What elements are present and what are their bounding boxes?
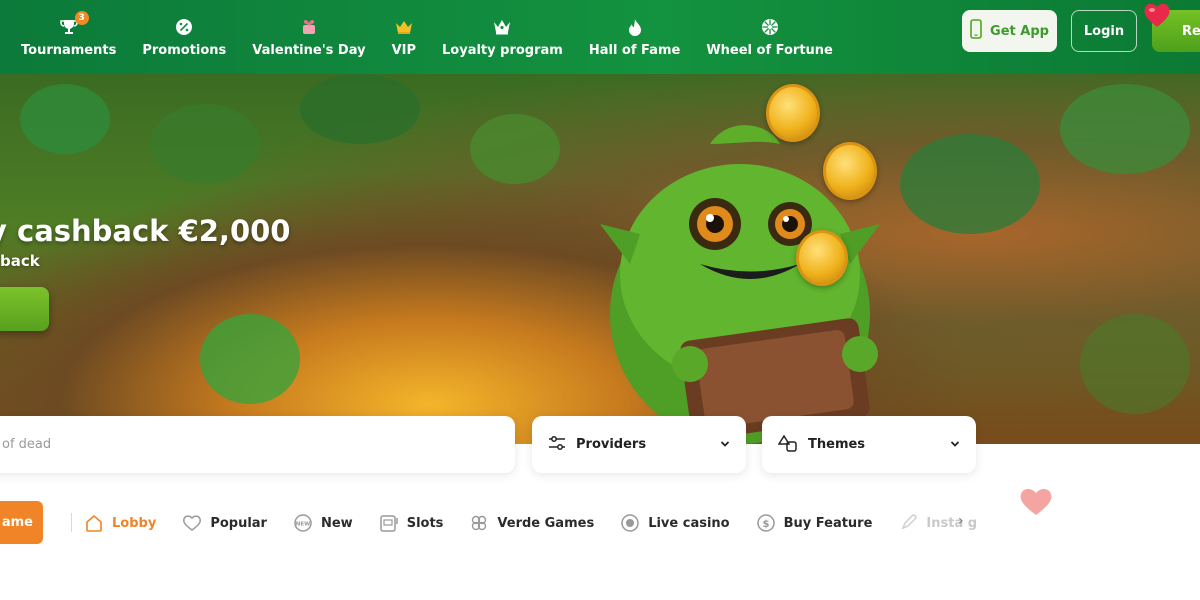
hero-title: y cashback €2,000 [0, 214, 291, 248]
leaf-decoration [900, 134, 1040, 234]
flame-icon [625, 17, 645, 37]
live-dot-icon [620, 513, 640, 533]
sliders-icon [548, 435, 566, 455]
shapes-icon [777, 434, 798, 456]
clover-icon [469, 513, 489, 533]
nav-item-wheel-of-fortune[interactable]: Wheel of Fortune [693, 0, 846, 74]
queen-crown-icon [492, 17, 512, 37]
nav-item-promotions[interactable]: Promotions [129, 0, 239, 74]
home-icon [84, 513, 104, 533]
heart-outline-icon [182, 514, 202, 532]
leaf-decoration [1080, 314, 1190, 414]
game-search-box [0, 416, 515, 473]
new-badge-icon: NEW [293, 513, 313, 533]
chevron-down-icon [950, 437, 960, 452]
phone-icon [970, 19, 982, 43]
nav-label: Hall of Fame [588, 42, 681, 58]
leaf-decoration [20, 84, 110, 154]
tab-label: Live casino [648, 515, 730, 531]
play-game-button[interactable]: ame [0, 501, 43, 544]
trophy-icon: 3 [59, 10, 89, 37]
leaf-decoration [200, 314, 300, 404]
login-button[interactable]: Login [1071, 10, 1137, 52]
themes-label: Themes [808, 437, 866, 452]
get-app-label: Get App [990, 23, 1049, 39]
scroll-right-arrow[interactable]: › [958, 513, 964, 529]
leaf-decoration [1060, 84, 1190, 174]
tab-buy-feature[interactable]: $ Buy Feature [756, 513, 873, 533]
nav-label: Promotions [142, 42, 227, 58]
get-app-button[interactable]: Get App [962, 10, 1057, 52]
tab-slots[interactable]: Slots [379, 513, 444, 533]
nav-label: Wheel of Fortune [706, 42, 833, 58]
notification-badge: 3 [74, 10, 89, 25]
hero-banner: y cashback €2,000 back [0, 74, 1200, 444]
leaf-decoration [300, 74, 420, 144]
svg-text:$: $ [762, 519, 769, 530]
providers-dropdown[interactable]: Providers [532, 416, 746, 473]
nav-label: VIP [391, 42, 417, 58]
tab-verde-games[interactable]: Verde Games [469, 513, 594, 533]
tab-popular[interactable]: Popular [182, 514, 267, 532]
nav-label: Tournaments [21, 42, 117, 58]
tab-label: Lobby [112, 515, 157, 531]
nav-label: Valentine's Day [252, 42, 366, 58]
tab-live-casino[interactable]: Live casino [620, 513, 730, 533]
leaf-decoration [470, 114, 560, 184]
nav-item-vip[interactable]: VIP [379, 0, 429, 74]
tab-lobby[interactable]: Lobby [84, 513, 156, 533]
percent-badge-icon [174, 17, 194, 37]
dollar-coin-icon: $ [756, 513, 776, 533]
divider [71, 513, 72, 532]
heart-icon [1018, 485, 1054, 521]
main-nav: 3 Tournaments Promotions Valentine's Day [8, 0, 846, 74]
rocket-icon [898, 513, 918, 533]
top-navigation-bar: 3 Tournaments Promotions Valentine's Day [0, 0, 1200, 74]
tab-label: Slots [406, 515, 444, 531]
nav-item-valentines-day[interactable]: Valentine's Day [239, 0, 378, 74]
tab-label: Insta g [926, 515, 978, 531]
chevron-down-icon [720, 437, 730, 452]
nav-item-loyalty-program[interactable]: Loyalty program [429, 0, 576, 74]
leaf-decoration [150, 104, 260, 184]
tab-label: New [320, 515, 353, 531]
wheel-icon [760, 17, 780, 37]
casino-page: 3 Tournaments Promotions Valentine's Day [0, 0, 1200, 600]
category-tabs: Lobby Popular NEW New Slots Verde Games … [84, 508, 1003, 538]
providers-label: Providers [576, 437, 647, 452]
gift-heart-icon [299, 17, 319, 37]
gold-coin-icon [796, 230, 848, 286]
nav-item-tournaments[interactable]: 3 Tournaments [8, 0, 129, 74]
register-label: Reg [1182, 23, 1200, 39]
tab-insta-games[interactable]: Insta g [898, 513, 977, 533]
crown-icon [394, 17, 414, 37]
nav-label: Loyalty program [442, 42, 563, 58]
tab-new[interactable]: NEW New [293, 513, 353, 533]
slot-machine-icon [379, 513, 399, 533]
hero-cta-button[interactable] [0, 287, 49, 331]
tab-label: Popular [210, 515, 267, 531]
hero-subtitle: back [0, 252, 40, 270]
tab-label: Verde Games [497, 515, 595, 531]
tab-label: Buy Feature [783, 515, 873, 531]
search-input[interactable] [2, 437, 422, 452]
svg-text:NEW: NEW [296, 522, 310, 528]
gold-coin-icon [823, 142, 877, 200]
themes-dropdown[interactable]: Themes [762, 416, 976, 473]
gold-coin-icon [766, 84, 820, 142]
nav-item-hall-of-fame[interactable]: Hall of Fame [576, 0, 693, 74]
heart-icon [1142, 0, 1172, 34]
